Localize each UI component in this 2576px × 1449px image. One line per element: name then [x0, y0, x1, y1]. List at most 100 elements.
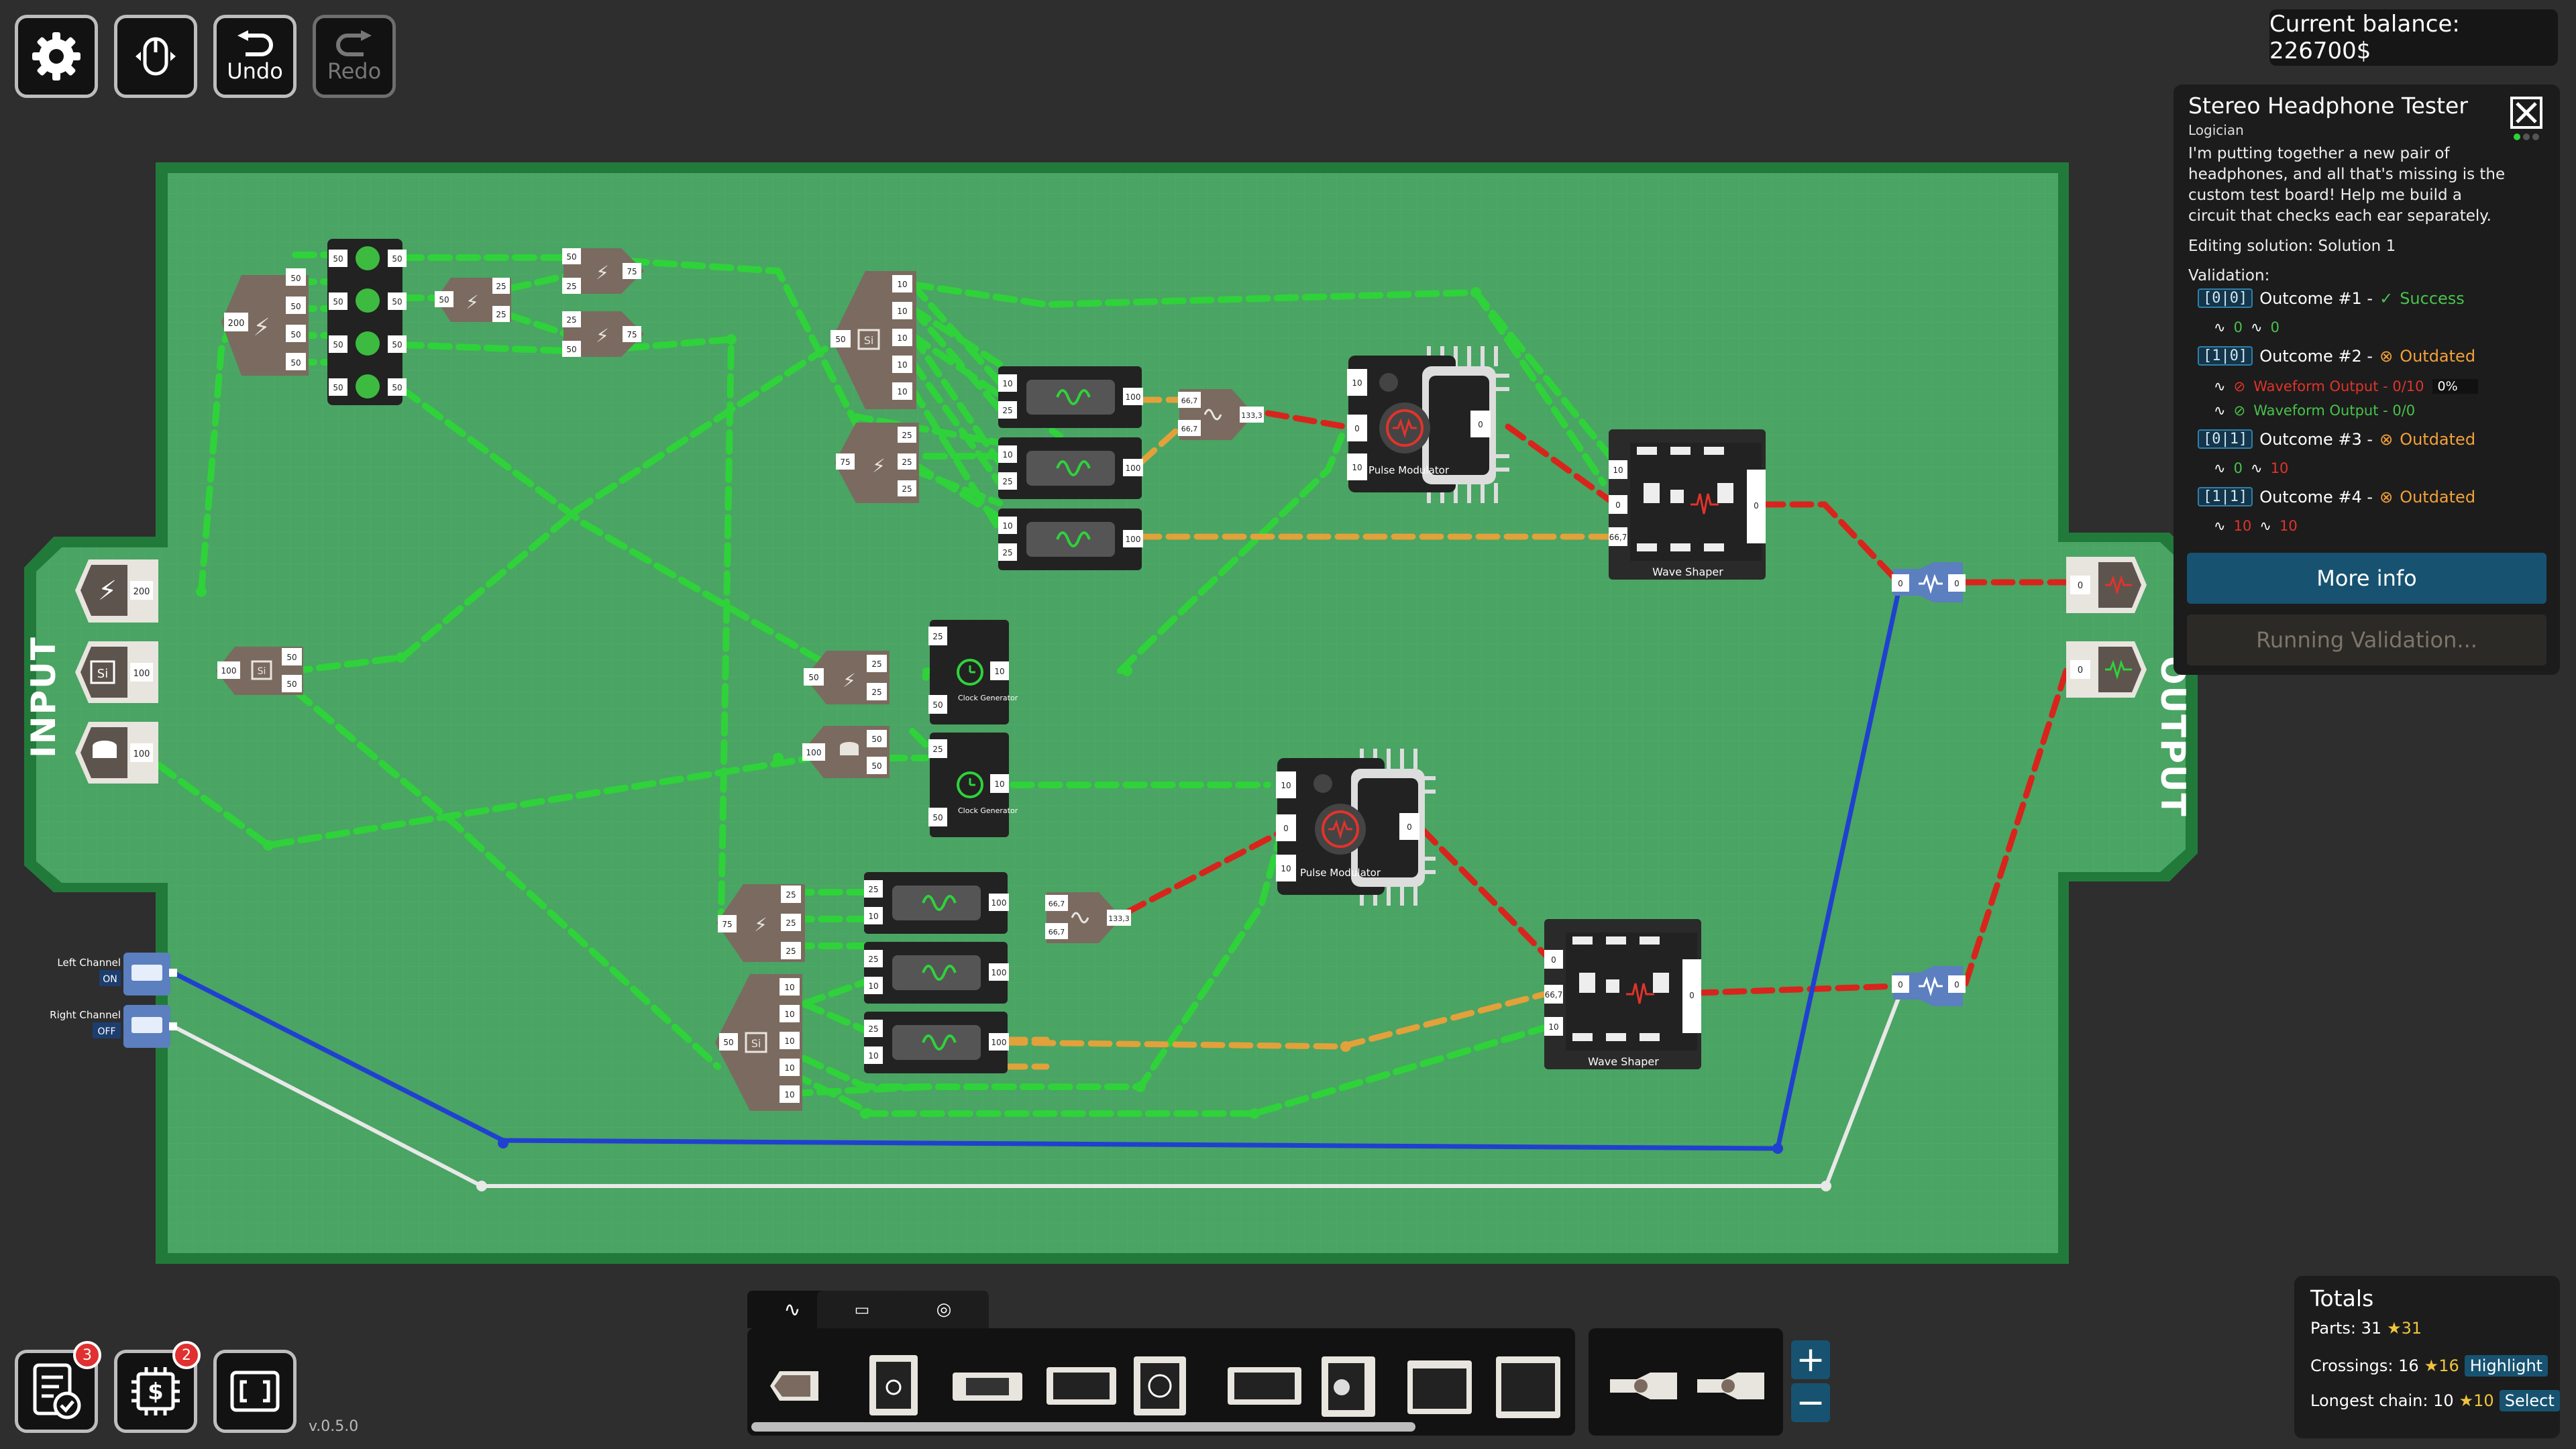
- oscillator-chip-2[interactable]: 10 25 100: [998, 437, 1143, 499]
- svg-text:10: 10: [1352, 463, 1362, 472]
- svg-text:66,7: 66,7: [1609, 533, 1627, 542]
- svg-text:⚡: ⚡: [843, 669, 856, 692]
- svg-text:50: 50: [290, 358, 301, 368]
- svg-text:100: 100: [806, 748, 822, 757]
- outcome-detail-ok: ∿ ⊘ Waveform Output - 0/0: [2214, 402, 2416, 419]
- svg-text:25: 25: [932, 632, 943, 641]
- pulse-modulator-bottom[interactable]: 10 0 10 0 Pulse Modulator: [1276, 749, 1436, 906]
- shop-button[interactable]: $ 2: [114, 1341, 201, 1433]
- connector-items[interactable]: [1597, 1348, 1778, 1422]
- svg-text:Wave Shaper: Wave Shaper: [1588, 1055, 1659, 1068]
- svg-text:Wave Shaper: Wave Shaper: [1652, 566, 1723, 578]
- pass-icon: ⊘: [2233, 402, 2246, 419]
- svg-text:Pulse Modulator: Pulse Modulator: [1368, 464, 1450, 476]
- svg-text:50: 50: [871, 735, 881, 744]
- svg-text:10: 10: [897, 360, 907, 370]
- svg-text:50: 50: [566, 252, 576, 262]
- svg-text:100: 100: [221, 666, 237, 676]
- input-label: INPUT: [24, 636, 63, 758]
- svg-text:10: 10: [784, 1010, 794, 1019]
- outcome-detail: ∿ 0 ∿ 0: [2214, 319, 2279, 335]
- wave-shaper-top[interactable]: 10 0 66,7 0 Wave Shaper: [1609, 429, 1766, 580]
- outcome-row[interactable]: [0|0] Outcome #1 - ✓ Success: [2198, 288, 2465, 308]
- tab-chip-parts[interactable]: ▭: [817, 1291, 907, 1328]
- outcome-code: [1|1]: [2198, 487, 2253, 506]
- outcome-row[interactable]: [1|1] Outcome #4 - ⊗ Outdated: [2198, 487, 2475, 506]
- outcome-code: [0|1]: [2198, 429, 2253, 449]
- svg-text:66,7: 66,7: [1049, 928, 1065, 936]
- right-channel-switch[interactable]: Right Channel OFF: [50, 1005, 177, 1048]
- svg-text:10: 10: [1613, 466, 1623, 475]
- chip-dollar-icon: $: [131, 1367, 180, 1415]
- minus-icon: −: [1796, 1383, 1825, 1423]
- oscillator-chip-5[interactable]: 25 10 100: [864, 942, 1009, 1004]
- output-port-left-ear[interactable]: 0: [2066, 641, 2147, 698]
- highlight-button[interactable]: Highlight: [2464, 1355, 2548, 1377]
- zoom-out-button[interactable]: −: [1791, 1383, 1830, 1422]
- output-port-right-ear[interactable]: 0: [2066, 557, 2147, 613]
- palette-scrollbar[interactable]: [751, 1422, 1415, 1432]
- more-info-button[interactable]: More info: [2187, 553, 2546, 604]
- svg-text:10: 10: [1548, 1022, 1558, 1032]
- zoom-in-button[interactable]: +: [1791, 1340, 1830, 1379]
- left-channel-switch[interactable]: Left Channel ON: [57, 953, 177, 996]
- outcome-detail: ∿ 0 ∿ 10: [2214, 460, 2289, 476]
- output-label: OUTPUT: [2153, 656, 2192, 818]
- svg-text:0: 0: [1283, 824, 1289, 833]
- wave-shaper-bottom[interactable]: 0 66,7 10 0 Wave Shaper: [1544, 919, 1701, 1069]
- version-label: v.0.5.0: [309, 1418, 359, 1435]
- svg-text:50: 50: [392, 297, 402, 307]
- svg-text:10: 10: [1281, 781, 1291, 790]
- outcome-row[interactable]: [1|0] Outcome #2 - ⊗ Outdated: [2198, 346, 2475, 366]
- pulse-modulator-top[interactable]: 10 0 10 0 Pulse Modulator: [1347, 346, 1509, 503]
- svg-text:50: 50: [392, 340, 402, 350]
- svg-text:50: 50: [290, 274, 301, 283]
- running-validation-button[interactable]: Running Validation...: [2187, 614, 2546, 665]
- svg-text:100: 100: [991, 1038, 1007, 1047]
- svg-text:25: 25: [496, 282, 506, 291]
- level-panel: Stereo Headphone Tester Logician I'm put…: [2174, 85, 2560, 675]
- power-regulator-stack[interactable]: 50 50 50 50 50 50 50 50: [327, 239, 407, 405]
- outcome-label: Outcome #4 -: [2259, 487, 2373, 506]
- svg-text:50: 50: [333, 297, 343, 307]
- svg-text:⚡: ⚡: [754, 914, 767, 936]
- oscillator-chip-4[interactable]: 25 10 100: [864, 872, 1009, 934]
- level-title: Stereo Headphone Tester: [2188, 93, 2468, 119]
- select-button[interactable]: Select: [2499, 1390, 2560, 1411]
- svg-text:Clock Generator: Clock Generator: [958, 806, 1018, 815]
- clock-generator-2[interactable]: 25 50 10 Clock Generator: [928, 733, 1018, 837]
- svg-text:50: 50: [333, 383, 343, 392]
- outdated-icon: ⊗: [2379, 487, 2394, 506]
- waveform-icon: ∿: [2214, 378, 2226, 394]
- outcome-code: [1|0]: [2198, 346, 2253, 366]
- svg-text:25: 25: [1002, 477, 1012, 486]
- svg-text:25: 25: [868, 885, 878, 894]
- input-port-power[interactable]: ⚡ 200: [75, 559, 158, 623]
- svg-text:25: 25: [902, 484, 912, 494]
- oscillator-chip-3[interactable]: 10 25 100: [998, 508, 1143, 570]
- objectives-button[interactable]: 3: [15, 1341, 101, 1433]
- svg-text:25: 25: [566, 315, 576, 325]
- svg-text:10: 10: [994, 780, 1004, 789]
- svg-text:133,3: 133,3: [1241, 411, 1263, 420]
- palette-items[interactable]: [758, 1348, 1583, 1422]
- outcome-row[interactable]: [0|1] Outcome #3 - ⊗ Outdated: [2198, 429, 2475, 449]
- waveform-icon: ∿: [2250, 319, 2263, 335]
- clock-generator-1[interactable]: 25 50 10 Clock Generator: [928, 620, 1018, 724]
- svg-text:⚡: ⚡: [596, 325, 609, 347]
- outdated-icon: ⊗: [2379, 346, 2394, 366]
- input-port-material[interactable]: 100: [75, 722, 158, 784]
- svg-text:OFF: OFF: [97, 1026, 115, 1037]
- oscillator-chip-1[interactable]: 10 25 100: [998, 366, 1143, 428]
- oscillator-chip-6[interactable]: 25 10 100: [864, 1012, 1009, 1073]
- code-button[interactable]: [213, 1350, 297, 1433]
- svg-text:Clock Generator: Clock Generator: [958, 694, 1018, 702]
- outcome-label: Outcome #2 -: [2259, 346, 2373, 366]
- svg-text:50: 50: [392, 383, 402, 392]
- tab-misc-parts[interactable]: ◎: [899, 1291, 989, 1328]
- svg-text:Pulse Modulator: Pulse Modulator: [1300, 867, 1381, 879]
- close-panel-icon[interactable]: [2509, 95, 2545, 142]
- svg-text:⚡: ⚡: [253, 314, 270, 341]
- outcome-status: Outdated: [2400, 487, 2476, 506]
- input-port-silicon[interactable]: Si 100: [75, 641, 158, 703]
